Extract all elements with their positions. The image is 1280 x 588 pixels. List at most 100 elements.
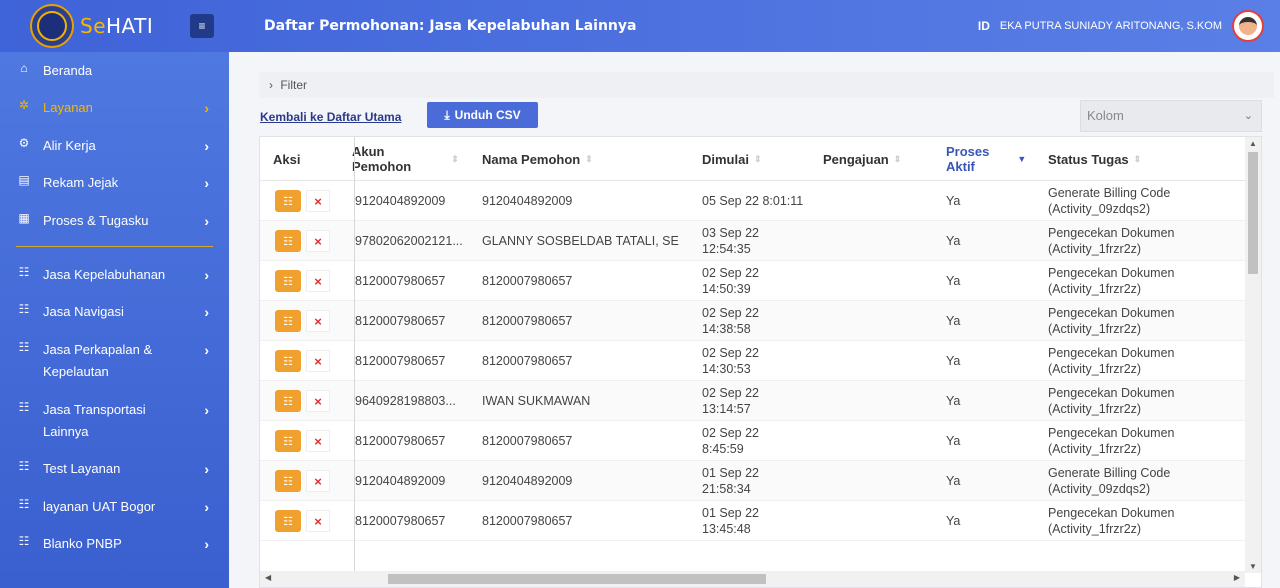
list-icon: ☷ — [18, 400, 30, 414]
download-csv-button[interactable]: ⤓ Unduh CSV — [427, 102, 538, 128]
sidebar-item-test-layanan[interactable]: ☷ Test Layanan › — [0, 458, 229, 480]
table-row: ☷ × 9640928198803... IWAN SUKMAWAN 02 Sep 22… — [260, 381, 1245, 421]
list-icon: ☷ — [18, 534, 30, 548]
cell-status-tugas: Pengecekan Dokumen (Activity_1frzr2z) — [1048, 426, 1175, 456]
cell-akun-pemohon: 8120007980657 — [355, 514, 446, 528]
sidebar-item-label: Layanan — [43, 100, 93, 115]
col-header-akun-pemohon[interactable]: Akun Pemohon ⇕ — [352, 137, 462, 181]
scroll-up-icon: ▲ — [1249, 139, 1257, 148]
delete-icon[interactable]: × — [306, 470, 330, 492]
sort-icon: ⇕ — [753, 153, 762, 164]
download-csv-label: Unduh CSV — [454, 108, 521, 122]
user-menu[interactable]: ID EKA PUTRA SUNIADY ARITONANG, S.KOM — [978, 0, 1264, 52]
gear-icon: ⚙ — [18, 136, 30, 150]
cell-nama-pemohon: IWAN SUKMAWAN — [482, 394, 591, 408]
sidebar-item-jasa-transportasi-lainnya[interactable]: ☷ Jasa Transportasi Lainnya › — [0, 399, 229, 443]
chevron-right-icon: › — [204, 138, 209, 154]
cell-dimulai: 03 Sep 22 12:54:35 — [702, 226, 759, 256]
sort-icon[interactable]: ⇕ — [451, 152, 459, 167]
cell-proses-aktif: Ya — [946, 434, 961, 448]
cell-dimulai: 02 Sep 22 14:30:53 — [702, 346, 759, 376]
sidebar-item-jasa-perkapalan-kepelautan[interactable]: ☷ Jasa Perkapalan & Kepelautan › — [0, 339, 229, 383]
horizontal-scrollbar[interactable]: ◀ ▶ — [260, 571, 1245, 587]
delete-icon[interactable]: × — [306, 270, 330, 292]
list-icon: ☷ — [18, 265, 30, 279]
table-row: ☷ × 8120007980657 8120007980657 01 Sep 22 13:… — [260, 501, 1245, 541]
delete-icon[interactable]: × — [306, 390, 330, 412]
delete-icon[interactable]: × — [306, 230, 330, 252]
sidebar-item-layanan[interactable]: ✲ Layanan › — [0, 97, 229, 119]
cell-nama-pemohon: 8120007980657 — [482, 434, 573, 448]
edit-icon[interactable]: ☷ — [275, 430, 301, 452]
vertical-scroll-thumb[interactable] — [1248, 152, 1258, 274]
filter-toggle[interactable]: › Filter — [259, 72, 1274, 98]
top-header: SeHATI ≡ Daftar Permohonan: Jasa Kepelab… — [0, 0, 1280, 52]
chevron-right-icon: › — [204, 499, 209, 515]
col-header-proses-aktif[interactable]: Proses Aktif ▼ — [946, 137, 1026, 181]
delete-icon[interactable]: × — [306, 430, 330, 452]
sidebar-item-jasa-kepelabuhanan[interactable]: ☷ Jasa Kepelabuhanan › — [0, 264, 229, 286]
edit-icon[interactable]: ☷ — [275, 230, 301, 252]
column-select[interactable]: Kolom ⌄ — [1080, 100, 1262, 132]
chevron-right-icon: › — [204, 175, 209, 191]
cell-proses-aktif: Ya — [946, 314, 961, 328]
vertical-scrollbar[interactable]: ▲ ▼ — [1245, 137, 1261, 573]
cell-akun-pemohon: 9120404892009 — [355, 474, 446, 488]
cell-akun-pemohon: 97802062002121... — [355, 234, 463, 248]
brand[interactable]: SeHATI ≡ — [0, 0, 229, 52]
sidebar-item-proses-tugasku[interactable]: ▦ Proses & Tugasku › — [0, 210, 229, 232]
cell-akun-pemohon: 8120007980657 — [355, 274, 446, 288]
cell-status-tugas: Pengecekan Dokumen (Activity_1frzr2z) — [1048, 506, 1175, 536]
sidebar-item-rekam-jejak[interactable]: ▤ Rekam Jejak › — [0, 172, 229, 194]
sidebar-item-beranda[interactable]: ⌂ Beranda — [0, 60, 229, 82]
chevron-right-icon: › — [204, 267, 209, 283]
sidebar-item-label: Proses & Tugasku — [43, 213, 149, 228]
edit-icon[interactable]: ☷ — [275, 390, 301, 412]
edit-icon[interactable]: ☷ — [275, 470, 301, 492]
chevron-right-icon: › — [204, 213, 209, 229]
chevron-right-icon: › — [204, 536, 209, 552]
col-header-pengajuan[interactable]: Pengajuan ⇕ — [823, 137, 901, 181]
scroll-right-icon: ▶ — [1233, 573, 1240, 582]
delete-icon[interactable]: × — [306, 510, 330, 532]
col-header-nama-pemohon[interactable]: Nama Pemohon ⇕ — [482, 137, 593, 181]
sidebar-item-layanan-uat-bogor[interactable]: ☷ layanan UAT Bogor › — [0, 496, 229, 518]
cell-nama-pemohon: 9120404892009 — [482, 194, 573, 208]
edit-icon[interactable]: ☷ — [275, 270, 301, 292]
sort-icon: ⇕ — [1133, 153, 1142, 164]
calendar-icon: ▦ — [18, 211, 30, 225]
filter-label: Filter — [280, 78, 308, 92]
sidebar-item-alir-kerja[interactable]: ⚙ Alir Kerja › — [0, 135, 229, 157]
chevron-right-icon: › — [204, 100, 209, 116]
edit-icon[interactable]: ☷ — [275, 310, 301, 332]
sidebar-item-label: Test Layanan — [43, 461, 121, 476]
sidebar-item-jasa-navigasi[interactable]: ☷ Jasa Navigasi › — [0, 301, 229, 323]
sort-desc-icon[interactable]: ▼ — [1017, 152, 1026, 167]
sidebar-item-label: layanan UAT Bogor — [43, 499, 156, 514]
list-icon: ☷ — [18, 302, 30, 316]
sidebar-item-label: Jasa Transportasi Lainnya — [43, 402, 146, 439]
edit-icon[interactable]: ☷ — [275, 510, 301, 532]
cell-status-tugas: Pengecekan Dokumen (Activity_1frzr2z) — [1048, 226, 1175, 256]
back-to-main-list-link[interactable]: Kembali ke Daftar Utama — [260, 110, 401, 124]
sidebar-item-blanko-pnbp[interactable]: ☷ Blanko PNBP › — [0, 533, 229, 555]
sidebar-item-label: Alir Kerja — [43, 138, 96, 153]
edit-icon[interactable]: ☷ — [275, 350, 301, 372]
table-row: ☷ × 8120007980657 8120007980657 02 Sep 22 14:… — [260, 261, 1245, 301]
sidebar-item-label: Jasa Kepelabuhanan — [43, 267, 166, 282]
cell-akun-pemohon: 9120404892009 — [355, 194, 446, 208]
avatar[interactable] — [1232, 10, 1264, 42]
col-header-dimulai[interactable]: Dimulai ⇕ — [702, 137, 762, 181]
delete-icon[interactable]: × — [306, 190, 330, 212]
cell-status-tugas: Pengecekan Dokumen (Activity_1frzr2z) — [1048, 386, 1175, 416]
cell-nama-pemohon: 8120007980657 — [482, 514, 573, 528]
delete-icon[interactable]: × — [306, 310, 330, 332]
sidebar-item-label: Beranda — [43, 63, 93, 78]
delete-icon[interactable]: × — [306, 350, 330, 372]
edit-icon[interactable]: ☷ — [275, 190, 301, 212]
language-switch[interactable]: ID — [978, 19, 990, 33]
col-header-status-tugas[interactable]: Status Tugas ⇕ — [1048, 137, 1141, 181]
horizontal-scroll-thumb[interactable] — [388, 574, 766, 584]
table-row: ☷ × 8120007980657 8120007980657 02 Sep 22 8:4… — [260, 421, 1245, 461]
menu-toggle-icon[interactable]: ≡ — [190, 14, 214, 38]
